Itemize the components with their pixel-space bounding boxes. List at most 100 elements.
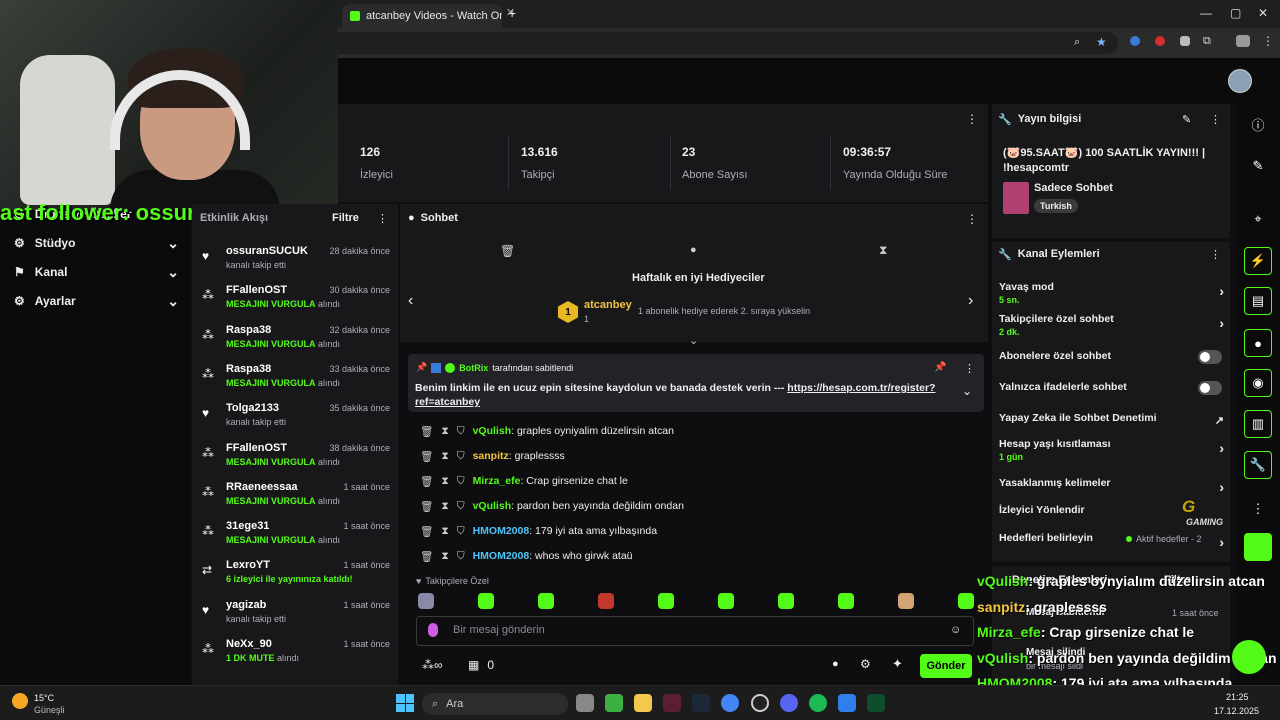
delete-icon[interactable]: 🗑: [420, 500, 433, 513]
timeout-icon[interactable]: ⧗: [441, 550, 448, 563]
feed-item[interactable]: ⁂ NeXx_90 1 saat önce 1 DK MUTE alındı: [202, 638, 390, 674]
timeout-icon[interactable]: ⧗: [441, 425, 448, 438]
info-icon[interactable]: ⓘ: [1244, 110, 1272, 138]
stats-menu-icon[interactable]: ⋮: [966, 112, 978, 126]
delete-icon[interactable]: 🗑: [420, 525, 433, 538]
ban-icon[interactable]: ⛉: [457, 500, 465, 513]
emote-icon[interactable]: [598, 593, 614, 609]
chat-message[interactable]: 🗑 ⧗ ⛉ Mirza_efe: Crap girsenize chat le: [420, 472, 980, 490]
channel-action-row[interactable]: Yasaklanmış kelimeler ›: [999, 477, 1224, 495]
timeout-icon[interactable]: ⧗: [441, 500, 448, 513]
zoom-icon[interactable]: ⌕: [1074, 36, 1080, 49]
broadcast-icon[interactable]: ◉: [1244, 369, 1272, 397]
chat-message[interactable]: 🗑 ⧗ ⛉ HMOM2008: whos who girwk ataü: [420, 547, 980, 565]
close-window-button[interactable]: ✕: [1258, 6, 1268, 20]
feed-item[interactable]: ⁂ FFallenOST 38 dakika önce MESAJINI VURGUL…: [202, 442, 390, 478]
database-icon[interactable]: ▥: [1244, 410, 1272, 438]
ban-icon[interactable]: ⛉: [457, 550, 465, 563]
wrench-tool-icon[interactable]: 🔧: [1244, 451, 1272, 479]
bookmark-star-icon[interactable]: ★: [1096, 35, 1107, 49]
feed-user[interactable]: FFallenOST: [226, 284, 287, 296]
drops-infinity-icon[interactable]: ⁂∞: [422, 658, 443, 672]
browser-tab[interactable]: atcanbey Videos - Watch On-D: [342, 4, 502, 28]
category-name[interactable]: Sadece Sohbet: [1034, 182, 1113, 194]
taskbar-search[interactable]: ⌕ Ara: [422, 693, 568, 715]
chat-icon[interactable]: ●: [1244, 329, 1272, 357]
feed-user[interactable]: NeXx_90: [226, 638, 272, 650]
emote-icon[interactable]: [658, 593, 674, 609]
emoji-icon[interactable]: ☺: [950, 624, 961, 636]
app-green-icon[interactable]: [1244, 533, 1272, 561]
channel-points[interactable]: ▦ 0: [468, 658, 494, 672]
delete-icon[interactable]: 🗑: [420, 475, 433, 488]
mic-icon[interactable]: [428, 623, 438, 637]
feed-user[interactable]: Raspa38: [226, 324, 271, 336]
emote-icon[interactable]: [778, 593, 794, 609]
lightning-icon[interactable]: ⚡: [1244, 247, 1272, 275]
timeout-icon[interactable]: ⧗: [441, 450, 448, 463]
feed-user[interactable]: RRaeneessaa: [226, 481, 298, 493]
url-input[interactable]: [338, 32, 1118, 54]
feed-item[interactable]: ♥ yagizab 1 saat önce kanalı takip etti: [202, 599, 390, 635]
collapse-icon[interactable]: ⌄: [689, 334, 698, 347]
channel-action-row[interactable]: Abonelere özel sohbet: [999, 350, 1224, 364]
feed-item[interactable]: ⁂ FFallenOST 30 dakika önce MESAJINI VURGUL…: [202, 284, 390, 320]
file-explorer-icon[interactable]: [634, 694, 652, 712]
steam-icon[interactable]: [692, 694, 710, 712]
send-button[interactable]: Gönder: [920, 654, 972, 678]
sidebar-item-settings[interactable]: ⚙ Ayarlar ⌄: [14, 291, 179, 311]
target-icon[interactable]: ⌖: [1244, 205, 1272, 233]
app-icon[interactable]: [838, 694, 856, 712]
sidebar-item-studio[interactable]: ⚙ Stüdyo ⌄: [14, 233, 179, 253]
pinned-menu-icon[interactable]: ⋮: [964, 362, 975, 375]
feed-user[interactable]: ossuranSUCUK: [226, 245, 308, 257]
feed-filter-button[interactable]: Filtre: [332, 212, 359, 224]
task-view-icon[interactable]: [576, 694, 594, 712]
more-vertical-icon[interactable]: ⋮: [1244, 495, 1272, 523]
emote-icon[interactable]: [958, 593, 974, 609]
chat-bubble-icon[interactable]: ●: [832, 658, 839, 670]
emote-icon[interactable]: [898, 593, 914, 609]
feed-user[interactable]: 31ege31: [226, 520, 269, 532]
minecraft-icon[interactable]: [605, 694, 623, 712]
feed-item[interactable]: ⇄ LexroYT 1 saat önce 6 izleyici ile yayını…: [202, 559, 390, 595]
discord-icon[interactable]: [780, 694, 798, 712]
emote-icon[interactable]: [418, 593, 434, 609]
feed-item[interactable]: ⁂ RRaeneessaa 1 saat önce MESAJINI VURGULA …: [202, 481, 390, 517]
sidebar-item-channel[interactable]: ⚑ Kanal ⌄: [14, 262, 179, 282]
maximize-button[interactable]: ▢: [1230, 6, 1241, 20]
ban-icon[interactable]: ⛉: [457, 450, 465, 463]
extensions-puzzle-icon[interactable]: ⧉: [1203, 35, 1211, 48]
feed-user[interactable]: yagizab: [226, 599, 266, 611]
extension-shield-icon[interactable]: [1180, 36, 1190, 46]
hourglass-icon[interactable]: ⧗: [879, 243, 887, 258]
feed-item[interactable]: ⁂ 31ege31 1 saat önce MESAJINI VURGULA alın…: [202, 520, 390, 556]
timeout-icon[interactable]: ⧗: [441, 525, 448, 538]
pencil-icon[interactable]: ✎: [1244, 152, 1272, 180]
document-icon[interactable]: ▤: [1244, 287, 1272, 315]
chrome-icon[interactable]: [721, 694, 739, 712]
ban-icon[interactable]: ⛉: [457, 525, 465, 538]
emote-icon[interactable]: [478, 593, 494, 609]
channel-action-row[interactable]: Yavaş mod 5 sn. ›: [999, 281, 1224, 305]
feed-user[interactable]: Tolga2133: [226, 402, 279, 414]
stream-info-menu-icon[interactable]: ⋮: [1210, 113, 1221, 126]
minimize-button[interactable]: —: [1200, 6, 1212, 20]
edit-pencil-icon[interactable]: ✎: [1182, 113, 1191, 126]
next-arrow-icon[interactable]: ›: [968, 292, 973, 310]
feed-user[interactable]: FFallenOST: [226, 442, 287, 454]
feed-user[interactable]: Raspa38: [226, 363, 271, 375]
extension-icon[interactable]: [1130, 36, 1140, 46]
feed-user[interactable]: LexroYT: [226, 559, 270, 571]
unpin-icon[interactable]: 📌: [934, 362, 946, 373]
channel-action-row[interactable]: Yapay Zeka ile Sohbet Denetimi ↗: [999, 412, 1224, 427]
settings-gear-icon[interactable]: ⚙: [860, 657, 871, 671]
emote-icon[interactable]: [538, 593, 554, 609]
top-gifter-name[interactable]: atcanbey: [584, 299, 632, 311]
extension-record-icon[interactable]: [1155, 36, 1165, 46]
delete-icon[interactable]: 🗑: [420, 425, 433, 438]
feed-menu-icon[interactable]: ⋮: [377, 212, 388, 225]
channel-action-row[interactable]: Hesap yaşı kısıtlaması 1 gün ›: [999, 438, 1224, 462]
new-tab-button[interactable]: +: [508, 5, 516, 21]
toggle-switch[interactable]: [1198, 350, 1222, 364]
